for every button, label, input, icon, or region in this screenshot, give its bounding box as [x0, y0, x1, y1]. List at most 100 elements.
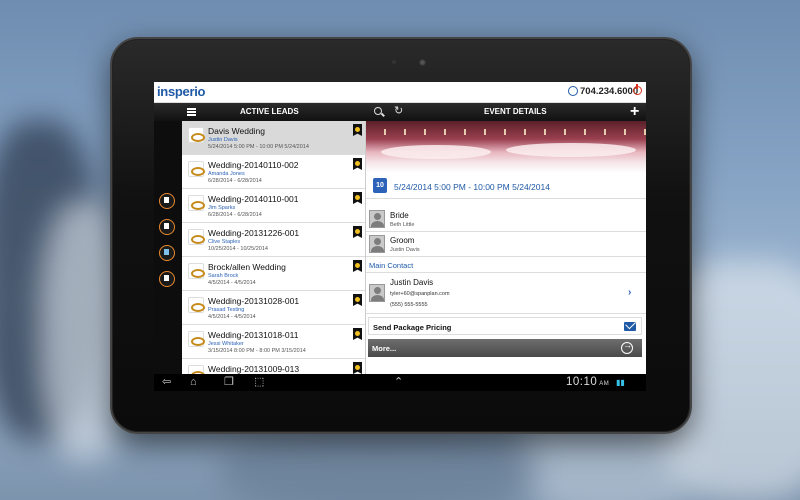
- contact-email: tyler+60@spanplan.com: [390, 291, 450, 297]
- lead-dates: 6/28/2014 - 6/28/2014: [208, 178, 262, 184]
- home-icon: [164, 197, 169, 203]
- calendar-day: 10: [376, 182, 384, 189]
- groom-label: Groom: [390, 236, 415, 245]
- lead-dates: 5/24/2014 5:00 PM - 10:00 PM 5/24/2014: [208, 144, 309, 150]
- lead-dates: 4/5/2014 - 4/5/2014: [208, 280, 256, 286]
- gift-icon: [164, 223, 169, 229]
- lead-name: Wedding-20140110-001: [208, 194, 299, 204]
- rail-home-button[interactable]: [159, 193, 175, 209]
- lead-item[interactable]: Davis Wedding Justin Davis 5/24/2014 5:0…: [182, 121, 365, 155]
- lead-item[interactable]: Wedding-20140110-001 Jim Sparks 6/28/201…: [182, 189, 365, 223]
- rail-calendar-button[interactable]: [159, 245, 175, 261]
- bookmark-badge-icon: [353, 294, 362, 306]
- lead-item[interactable]: Wedding-20131028-001 Prasad Testing 4/5/…: [182, 291, 365, 325]
- contact-name: Justin Davis: [390, 278, 434, 287]
- rings-icon: [188, 263, 205, 279]
- chevron-right-icon[interactable]: ›: [628, 287, 631, 298]
- venue-table: [506, 143, 636, 157]
- refresh-icon[interactable]: ↻: [394, 106, 403, 117]
- bride-name: Beth Little: [390, 222, 415, 228]
- contact-phone: (555) 555-5555: [390, 302, 428, 308]
- bookmark-badge-icon: [353, 328, 362, 340]
- rings-icon: [188, 195, 205, 211]
- rings-icon: [188, 229, 205, 245]
- mail-icon: [624, 322, 636, 331]
- lead-person: Amanda Jones: [208, 171, 245, 177]
- lead-dates: 3/15/2014 8:00 PM - 8:00 PM 3/15/2014: [208, 348, 306, 354]
- tablet-sensor: [392, 60, 396, 64]
- rings-icon: [188, 331, 205, 347]
- event-details-title: EVENT DETAILS: [484, 107, 547, 116]
- venue-table: [381, 145, 491, 159]
- lead-person: Jim Sparks: [208, 205, 236, 211]
- rings-icon: [188, 161, 205, 177]
- bookmark-badge-icon: [353, 124, 362, 136]
- bride-label: Bride: [390, 211, 409, 220]
- clock-ampm: AM: [599, 381, 610, 387]
- event-date-range: 5/24/2014 5:00 PM - 10:00 PM 5/24/2014: [394, 182, 550, 192]
- toolbar: ACTIVE LEADS ↻ EVENT DETAILS +: [154, 103, 646, 121]
- power-icon[interactable]: [633, 84, 642, 95]
- lead-name: Wedding-20131009-013: [208, 364, 300, 374]
- app-header: insperio 704.234.6000: [154, 82, 646, 103]
- search-icon[interactable]: [374, 107, 382, 115]
- lead-person: Clive Staples: [208, 239, 241, 245]
- rail-gift-button[interactable]: [159, 219, 175, 235]
- venue-photo: [366, 121, 646, 173]
- bookmark-badge-icon: [353, 158, 362, 170]
- lead-dates: 6/28/2014 - 6/28/2014: [208, 212, 262, 218]
- send-package-pricing-button[interactable]: Send Package Pricing: [368, 317, 642, 335]
- rings-icon: [188, 365, 205, 374]
- contact-avatar: [369, 284, 385, 302]
- rail-document-button[interactable]: [159, 271, 175, 287]
- lead-name: Wedding-20131226-001: [208, 228, 300, 238]
- lead-item[interactable]: Wedding-20131009-013: [182, 359, 365, 374]
- main-contact-title: Main Contact: [369, 261, 414, 270]
- event-date-row[interactable]: 10 5/24/2014 5:00 PM - 10:00 PM 5/24/201…: [366, 173, 646, 199]
- groom-avatar: [369, 235, 385, 253]
- main-contact-row[interactable]: Justin Davis tyler+60@spanplan.com (555)…: [366, 272, 646, 314]
- bookmark-badge-icon: [353, 260, 362, 272]
- android-nav-bar: ⇦ ⌂ ❐ ⬚ ⌃ 10:10 AM ▮▮: [154, 374, 646, 391]
- bookmark-badge-icon: [353, 362, 362, 374]
- tablet-camera: [419, 59, 426, 66]
- more-button[interactable]: More...: [368, 339, 642, 357]
- lead-name: Brock/allen Wedding: [208, 262, 286, 272]
- logo-text: insperio: [157, 84, 206, 99]
- lead-item[interactable]: Wedding-20140110-002 Amanda Jones 6/28/2…: [182, 155, 365, 189]
- wifi-battery-icon: ▮▮: [616, 378, 625, 387]
- insperio-logo[interactable]: insperio: [157, 84, 205, 99]
- home-icon[interactable]: ⌂: [190, 377, 197, 388]
- lead-person: Justin Davis: [208, 137, 238, 143]
- send-package-pricing-label: Send Package Pricing: [373, 323, 452, 332]
- bride-row[interactable]: Bride Beth Little: [366, 207, 646, 232]
- screenshot-icon[interactable]: ⬚: [254, 377, 264, 388]
- lead-item[interactable]: Brock/allen Wedding Sarah Brock 4/5/2014…: [182, 257, 365, 291]
- bride-avatar: [369, 210, 385, 228]
- lead-name: Davis Wedding: [208, 126, 266, 136]
- menu-icon[interactable]: [187, 108, 196, 116]
- background-blur-table: [220, 430, 540, 500]
- venue-lights: [366, 129, 646, 135]
- leads-list: Davis Wedding Justin Davis 5/24/2014 5:0…: [182, 121, 366, 374]
- phone-number[interactable]: 704.234.6000: [580, 86, 638, 97]
- lead-name: Wedding-20140110-002: [208, 160, 299, 170]
- bookmark-badge-icon: [353, 192, 362, 204]
- event-details-panel: 10 5/24/2014 5:00 PM - 10:00 PM 5/24/201…: [366, 121, 646, 374]
- recent-apps-icon[interactable]: ❐: [224, 377, 234, 388]
- rings-icon: [188, 127, 205, 143]
- document-icon: [164, 275, 169, 281]
- lead-item[interactable]: Wedding-20131018-011 Jessi Whitaker 3/15…: [182, 325, 365, 359]
- clock-time: 10:10: [566, 376, 598, 388]
- chevron-up-icon[interactable]: ⌃: [394, 377, 403, 388]
- groom-row[interactable]: Groom Justin Davis: [366, 232, 646, 257]
- phone-icon[interactable]: [568, 86, 578, 96]
- back-icon[interactable]: ⇦: [162, 377, 171, 388]
- calendar-icon: [164, 249, 169, 255]
- lead-person: Jessi Whitaker: [208, 341, 244, 347]
- lead-person: Sarah Brock: [208, 273, 239, 279]
- lead-item[interactable]: Wedding-20131226-001 Clive Staples 10/25…: [182, 223, 365, 257]
- system-clock: 10:10 AM: [566, 376, 609, 388]
- active-leads-title: ACTIVE LEADS: [240, 107, 299, 116]
- add-icon[interactable]: +: [630, 103, 639, 120]
